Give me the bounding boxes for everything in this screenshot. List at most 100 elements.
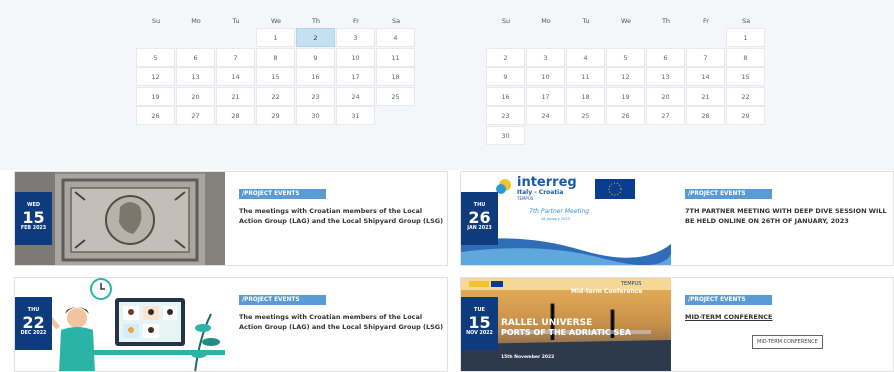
calendar-day[interactable]: 26 (606, 106, 645, 125)
weekday-label: Su (151, 17, 161, 25)
calendar-empty-cell (646, 126, 685, 145)
event-card[interactable]: WED 15 FEB 2023 /PROJECT EVENTS The meet… (14, 171, 448, 266)
calendar-day[interactable]: 15 (256, 67, 295, 86)
calendar-day[interactable]: 16 (296, 67, 335, 86)
image-brand-text: interreg (517, 175, 577, 190)
badge-month: JAN 2023 (467, 226, 492, 231)
badge-month: FEB 2023 (20, 226, 47, 231)
calendar-day[interactable]: 12 (136, 67, 175, 86)
calendar-day[interactable]: 14 (216, 67, 255, 86)
event-info: /PROJECT EVENTS The meetings with Croati… (239, 286, 444, 332)
calendar-day[interactable]: 24 (336, 86, 375, 106)
calendar-day[interactable]: 9 (296, 47, 335, 67)
calendar-day[interactable]: 5 (606, 47, 645, 67)
calendar-day[interactable]: 23 (296, 86, 335, 106)
calendar-day[interactable]: 22 (726, 86, 765, 106)
calendar-empty-cell (726, 126, 765, 145)
calendar-day[interactable]: 19 (606, 86, 645, 106)
calendar-day[interactable]: 27 (646, 106, 685, 125)
calendar-day[interactable]: 8 (726, 47, 765, 67)
calendar-day[interactable]: 11 (566, 67, 605, 86)
calendar-day[interactable]: 20 (176, 86, 215, 106)
event-card[interactable]: THU 22 DEC 2022 /PROJECT EVENTS The meet… (14, 277, 448, 372)
weekday-label: Sa (741, 17, 751, 25)
calendar-day[interactable]: 5 (136, 47, 175, 67)
calendar-day[interactable]: 18 (566, 86, 605, 106)
calendar-day[interactable]: 7 (216, 47, 255, 67)
event-title[interactable]: MID-TERM CONFERENCE (685, 312, 890, 322)
calendar-day[interactable]: 4 (566, 47, 605, 67)
calendar-day[interactable]: 1 (726, 28, 765, 47)
calendar-day[interactable]: 25 (376, 86, 415, 106)
calendar-day[interactable]: 6 (646, 47, 685, 67)
calendar-day[interactable]: 24 (526, 106, 565, 125)
calendar-day[interactable]: 17 (336, 67, 375, 86)
badge-day: 15 (22, 208, 45, 227)
calendar-day[interactable]: 26 (136, 106, 175, 125)
calendar-week-row: 30 (486, 125, 766, 146)
mid-term-conference-button[interactable]: MID-TERM CONFERENCE (752, 335, 823, 349)
category-tag[interactable]: /PROJECT EVENTS (239, 189, 326, 199)
calendar-day-selected[interactable]: 2 (296, 28, 335, 47)
calendar-day[interactable]: 21 (216, 86, 255, 106)
calendar-day[interactable]: 27 (176, 106, 215, 125)
image-conference-text: Mid-term Conference (571, 288, 643, 295)
image-project-text: TEMPUS (517, 196, 534, 201)
calendar-left: Su Mo Tu We Th Fr Sa 1 2 3 4 5 6 7 8 9 10 11 12 13 14 15 16 17 1… (136, 15, 416, 126)
calendar-day[interactable]: 29 (726, 106, 765, 125)
event-title[interactable]: The meetings with Croatian members of th… (239, 312, 444, 332)
weekday-label: Fr (703, 17, 709, 25)
calendar-day[interactable]: 10 (336, 47, 375, 67)
calendar-day[interactable]: 6 (176, 47, 215, 67)
calendar-day[interactable]: 11 (376, 47, 415, 67)
calendar-day[interactable]: 30 (296, 106, 335, 125)
calendar-day[interactable]: 8 (256, 47, 295, 67)
calendar-day[interactable]: 18 (376, 67, 415, 86)
weekday-label: Th (661, 17, 671, 25)
calendar-day[interactable]: 21 (686, 86, 725, 106)
event-card[interactable]: TEMPUS Mid-term Conference RALLEL UNIVER… (460, 277, 894, 372)
calendar-day[interactable]: 13 (176, 67, 215, 86)
event-title[interactable]: The meetings with Croatian members of th… (239, 206, 444, 226)
calendar-day[interactable]: 4 (376, 28, 415, 47)
calendar-day[interactable]: 12 (606, 67, 645, 86)
image-headline-1: RALLEL UNIVERSE (501, 318, 593, 328)
calendar-day[interactable]: 28 (686, 106, 725, 125)
calendar-week-row: 2345678 (486, 47, 766, 68)
category-tag[interactable]: /PROJECT EVENTS (239, 295, 326, 305)
calendar-day[interactable]: 25 (566, 106, 605, 125)
event-info: /PROJECT EVENTS 7TH PARTNER MEETING WITH… (685, 180, 890, 226)
calendar-day[interactable]: 1 (256, 28, 295, 47)
calendar-day[interactable]: 31 (336, 106, 375, 125)
calendar-week-row: 5 6 7 8 9 10 11 (136, 47, 416, 68)
calendar-day[interactable]: 2 (486, 47, 525, 67)
weekday-label: We (620, 17, 632, 25)
calendar-day[interactable]: 17 (526, 86, 565, 106)
calendar-day[interactable]: 16 (486, 86, 525, 106)
category-tag[interactable]: /PROJECT EVENTS (685, 295, 772, 305)
calendar-day[interactable]: 9 (486, 67, 525, 86)
weekday-label: Sa (391, 17, 401, 25)
badge-day: 22 (22, 313, 45, 332)
calendar-day[interactable]: 19 (136, 86, 175, 106)
calendar-day[interactable]: 22 (256, 86, 295, 106)
event-card[interactable]: interreg Italy - Croatia TEMPUS 7th Part… (460, 171, 894, 266)
weekday-label: Tu (232, 17, 240, 25)
calendar-day[interactable]: 7 (686, 47, 725, 67)
calendar-day[interactable]: 13 (646, 67, 685, 86)
calendar-empty-cell (686, 28, 725, 47)
calendar-day[interactable]: 3 (526, 47, 565, 67)
event-title[interactable]: 7TH PARTNER MEETING WITH DEEP DIVE SESSI… (685, 206, 890, 226)
calendar-day[interactable]: 3 (336, 28, 375, 47)
calendar-day[interactable]: 23 (486, 106, 525, 125)
calendar-day[interactable]: 15 (726, 67, 765, 86)
calendar-day[interactable]: 30 (486, 125, 525, 145)
weekday-label: Th (311, 17, 321, 25)
calendar-empty-cell (566, 126, 605, 145)
calendar-day[interactable]: 20 (646, 86, 685, 106)
calendar-day[interactable]: 29 (256, 106, 295, 125)
calendar-day[interactable]: 28 (216, 106, 255, 125)
calendar-day[interactable]: 14 (686, 67, 725, 86)
calendar-day[interactable]: 10 (526, 67, 565, 86)
category-tag[interactable]: /PROJECT EVENTS (685, 189, 772, 199)
